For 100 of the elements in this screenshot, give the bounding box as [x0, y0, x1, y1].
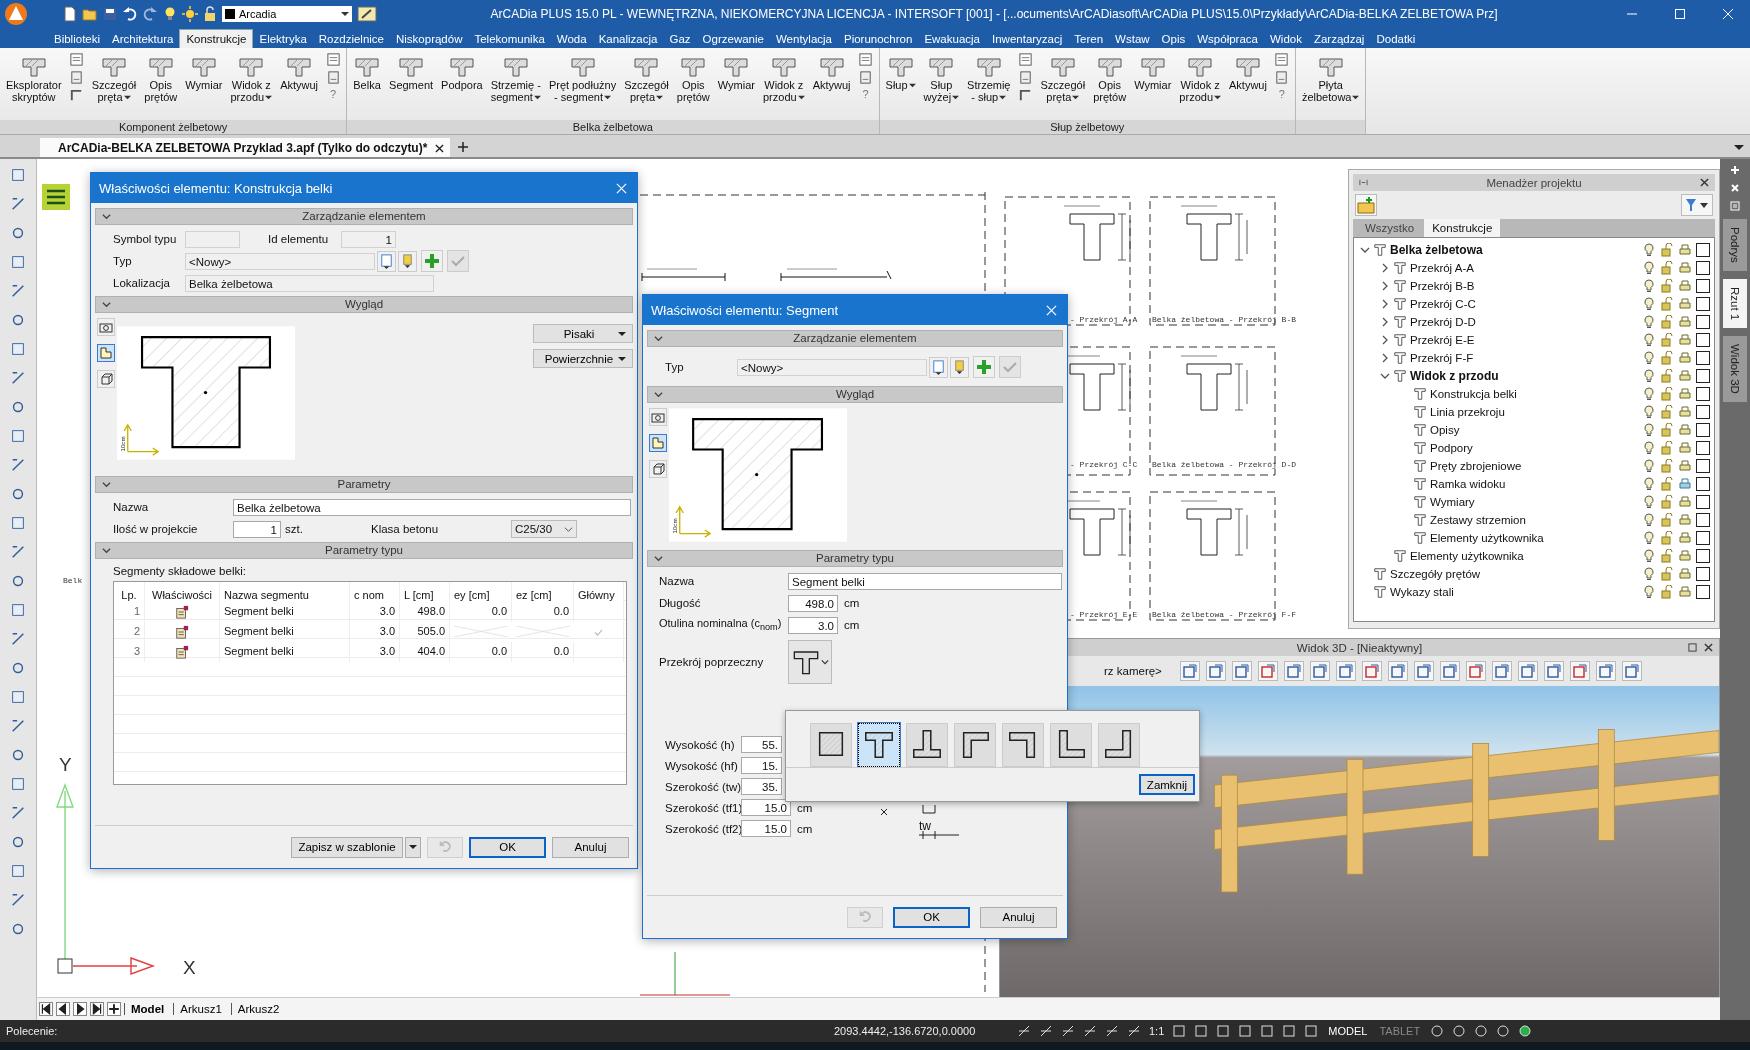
sheet-nav-icon[interactable] — [56, 1002, 70, 1016]
view-tool-icon[interactable] — [1440, 661, 1460, 681]
tool-icon[interactable] — [10, 660, 26, 676]
small-tool-icon[interactable] — [325, 52, 341, 67]
pin-icon[interactable] — [1359, 178, 1368, 187]
properties-icon[interactable] — [175, 625, 189, 640]
properties-icon[interactable] — [175, 605, 189, 620]
close-button[interactable]: Zamknij — [1139, 774, 1195, 795]
view-tool-icon[interactable] — [1258, 661, 1278, 681]
ribbon-button[interactable]: Widok z przodu — [227, 50, 276, 104]
lightbulb-icon[interactable] — [1642, 531, 1656, 545]
view-tool-icon[interactable] — [1362, 661, 1382, 681]
lock-icon[interactable] — [1660, 513, 1674, 527]
menu-tab[interactable]: Kanalizacja — [592, 29, 664, 48]
chevron-icon[interactable] — [1380, 353, 1390, 363]
status-toggle-icon[interactable] — [1304, 1024, 1319, 1038]
text-field[interactable]: 15.0 — [741, 799, 791, 816]
list-icon[interactable] — [1730, 201, 1740, 211]
tree-item[interactable]: Podpory — [1430, 442, 1473, 454]
tool-icon[interactable] — [10, 747, 26, 763]
view-tool-icon[interactable] — [1570, 661, 1590, 681]
ribbon-button[interactable]: Strzemię - segment — [487, 50, 544, 104]
text-field[interactable]: 1 — [233, 520, 281, 538]
view-tool-icon[interactable] — [1466, 661, 1486, 681]
menu-tab[interactable]: Opis — [1155, 29, 1192, 48]
status-toggle-icon[interactable] — [1017, 1024, 1031, 1038]
menu-tab[interactable]: Inwentaryzacj — [986, 29, 1069, 48]
tool-icon[interactable] — [10, 921, 26, 937]
restore-icon[interactable] — [1688, 643, 1697, 652]
lightbulb-icon[interactable] — [1642, 477, 1656, 491]
ribbon-button[interactable]: Eksplorator skryptów — [3, 50, 65, 104]
view-tool-icon[interactable] — [1622, 661, 1642, 681]
tree-item[interactable]: Przekrój C-C — [1410, 298, 1476, 310]
section-header[interactable]: Wygląd — [95, 296, 633, 313]
menu-tab[interactable]: Niskoprądów — [390, 29, 469, 48]
view-tool-icon[interactable] — [1336, 661, 1356, 681]
menu-tab[interactable]: Wentylacja — [769, 29, 838, 48]
status-toggle-icon[interactable] — [1172, 1024, 1187, 1038]
view-tool-icon[interactable] — [1492, 661, 1512, 681]
checkbox[interactable] — [1696, 459, 1710, 473]
view-tab[interactable]: Rzut 1 — [1723, 278, 1747, 329]
document-down-icon[interactable] — [377, 250, 396, 272]
help-button[interactable]: ? — [1278, 88, 1285, 100]
ribbon-button[interactable]: Wymiar — [182, 50, 226, 92]
section-header[interactable]: Zarządzanie elementem — [95, 208, 633, 225]
chevron-icon[interactable] — [1380, 335, 1390, 345]
cancel-button[interactable]: Anuluj — [980, 906, 1057, 928]
checkbox[interactable] — [1696, 369, 1710, 383]
tag-down-icon[interactable] — [398, 250, 417, 272]
text-field[interactable]: 498.0 — [788, 594, 838, 612]
chevron-icon[interactable] — [1380, 317, 1390, 327]
section-shape-dropdown[interactable] — [788, 640, 832, 684]
tool-icon[interactable] — [10, 602, 26, 618]
tree-item[interactable]: Widok z przodu — [1410, 369, 1499, 383]
dropdown-button[interactable]: Pisaki — [533, 324, 633, 343]
sheet-nav-icon[interactable] — [73, 1002, 87, 1016]
plus-icon[interactable] — [458, 142, 469, 152]
help-button[interactable]: ? — [862, 88, 869, 100]
ribbon-button[interactable]: Szczegół pręta — [88, 50, 140, 104]
checkbox[interactable] — [1696, 495, 1710, 509]
close-icon[interactable] — [1700, 178, 1709, 187]
tree-item[interactable]: Pręty zbrojeniowe — [1430, 460, 1522, 472]
menu-tab[interactable]: Współpraca — [1191, 29, 1264, 48]
menu-tab[interactable]: Dodatki — [1370, 29, 1422, 48]
ribbon-button[interactable]: Wymiar — [1131, 50, 1175, 92]
checkmark-icon[interactable] — [999, 356, 1021, 378]
filter-icon[interactable] — [1681, 194, 1713, 216]
tree-item[interactable]: Szczegóły prętów — [1390, 568, 1481, 580]
checkmark-icon[interactable] — [447, 250, 469, 272]
menu-tab[interactable]: Piorunochron — [838, 29, 919, 48]
checkbox[interactable] — [1696, 351, 1710, 365]
tool-icon[interactable] — [10, 196, 26, 212]
lightbulb-icon[interactable] — [1642, 351, 1656, 365]
small-tool-icon[interactable] — [1018, 70, 1033, 85]
ok-button[interactable]: OK — [893, 906, 970, 928]
ribbon-button[interactable]: Opis prętów — [673, 50, 713, 104]
checkbox[interactable] — [1696, 441, 1710, 455]
menu-tab[interactable]: Architektura — [106, 29, 180, 48]
plan-view-icon[interactable] — [97, 344, 115, 362]
ribbon-button[interactable]: Płyta żelbetowa — [1298, 50, 1363, 104]
undo-icon[interactable] — [122, 6, 138, 22]
menu-tab[interactable]: Elektryka — [253, 29, 313, 48]
close-icon[interactable] — [435, 143, 445, 153]
lightbulb-icon[interactable] — [1642, 567, 1656, 581]
small-tool-icon[interactable] — [858, 52, 874, 67]
checkbox[interactable] — [1696, 261, 1710, 275]
mode-toggle[interactable]: MODEL — [1326, 1025, 1370, 1037]
camera-icon[interactable] — [649, 408, 667, 426]
section-header[interactable]: Parametry — [95, 476, 633, 493]
status-toggle-icon[interactable] — [1127, 1024, 1141, 1038]
brush-icon[interactable] — [356, 6, 378, 22]
menu-tab[interactable]: Rozdzielnice — [312, 29, 390, 48]
cancel-button[interactable]: Anuluj — [552, 836, 629, 858]
lightbulb-icon[interactable] — [1642, 549, 1656, 563]
checkbox[interactable] — [1696, 387, 1710, 401]
tree-item[interactable]: Linia przekroju — [1430, 406, 1505, 418]
status-toggle-icon[interactable] — [1260, 1024, 1275, 1038]
mode-toggle[interactable]: TABLET — [1377, 1025, 1423, 1037]
text-field[interactable]: 35. — [741, 778, 782, 795]
view-tab[interactable]: Podrys — [1723, 219, 1747, 271]
